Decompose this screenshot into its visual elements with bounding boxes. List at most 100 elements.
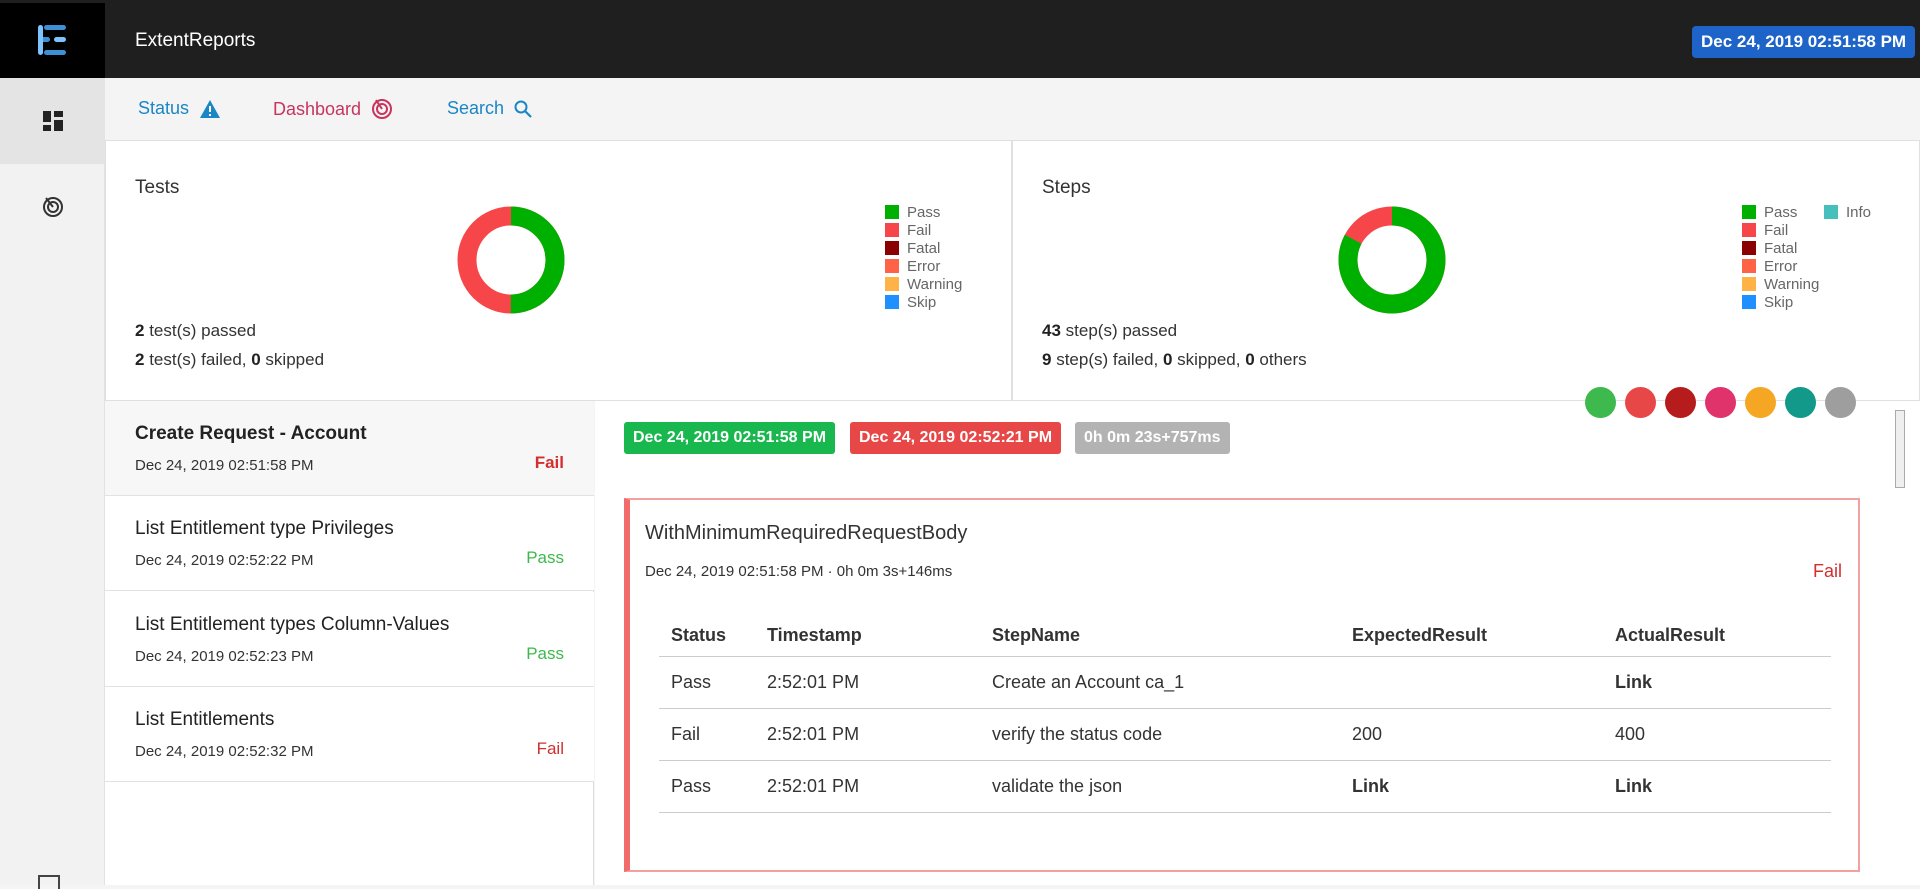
legend-item-warning: Warning xyxy=(1742,275,1819,293)
logo-icon xyxy=(37,24,66,55)
search-link-label: Search xyxy=(447,98,505,118)
detail-scrollbar[interactable] xyxy=(1895,410,1905,488)
test-status: Pass xyxy=(526,548,564,567)
test-date: Dec 24, 2019 02:52:22 PM xyxy=(135,552,314,569)
test-list-item[interactable]: List Entitlement types Column-Values Dec… xyxy=(105,592,594,687)
steps-legend: Pass Fail Fatal Error Warning Skip xyxy=(1742,203,1819,311)
status-toggle-link[interactable]: Status xyxy=(138,98,221,119)
legend-label: Fatal xyxy=(1764,239,1798,257)
search-toggle-link[interactable]: Search xyxy=(447,98,532,119)
step-expected xyxy=(1340,656,1603,709)
table-header-row: Status Timestamp StepName ExpectedResult… xyxy=(659,615,1831,657)
column-header: StepName xyxy=(980,615,1340,657)
legend-label: Warning xyxy=(1764,275,1820,293)
step-timestamp: 2:52:01 PM xyxy=(755,656,980,709)
steps-panel-title: Steps xyxy=(1042,177,1091,198)
test-date: Dec 24, 2019 02:51:58 PM xyxy=(135,457,314,474)
sidebar-item-dashboard[interactable] xyxy=(0,164,105,250)
legend-label: Info xyxy=(1846,203,1872,221)
tests-passed-summary: 2 test(s) passed xyxy=(135,321,256,340)
status-circle[interactable] xyxy=(1705,387,1736,418)
table-row: Fail 2:52:01 PM verify the status code 2… xyxy=(659,708,1831,761)
steps-legend-extra: Info xyxy=(1824,203,1871,221)
legend-label: Fail xyxy=(907,221,932,239)
steps-passed-summary: 43 step(s) passed xyxy=(1042,321,1178,340)
test-list: Create Request - Account Dec 24, 2019 02… xyxy=(105,401,594,885)
steps-donut-chart xyxy=(1338,206,1446,314)
legend-item-fail: Fail xyxy=(885,221,962,239)
status-circle[interactable] xyxy=(1825,387,1856,418)
report-date-badge: Dec 24, 2019 02:51:58 PM xyxy=(1692,26,1916,58)
track-changes-icon xyxy=(372,99,393,119)
column-header: ActualResult xyxy=(1603,615,1831,657)
step-name: verify the status code xyxy=(980,708,1340,761)
step-actual: 400 xyxy=(1603,708,1831,761)
column-header: ExpectedResult xyxy=(1340,615,1603,657)
legend-item-warning: Warning xyxy=(885,275,962,293)
test-name: List Entitlement type Privileges xyxy=(135,518,394,539)
sidebar-item-tests[interactable] xyxy=(0,78,105,164)
legend-label: Error xyxy=(907,257,941,275)
warning-icon xyxy=(200,99,221,118)
actual-result-link[interactable]: Link xyxy=(1603,760,1831,813)
legend-label: Skip xyxy=(907,293,937,311)
legend-item-pass: Pass xyxy=(1742,203,1819,221)
legend-item-fatal: Fatal xyxy=(1742,239,1819,257)
duration-badge: 0h 0m 23s+757ms xyxy=(1075,422,1230,454)
test-name: List Entitlement types Column-Values xyxy=(135,614,450,635)
legend-item-skip: Skip xyxy=(885,293,962,311)
legend-item-error: Error xyxy=(1742,257,1819,275)
step-expected: 200 xyxy=(1340,708,1603,761)
status-circle[interactable] xyxy=(1785,387,1816,418)
dashboard-toggle-link[interactable]: Dashboard xyxy=(273,98,393,120)
step-status: Pass xyxy=(659,656,755,709)
test-status: Fail xyxy=(536,739,564,758)
test-node-card: WithMinimumRequiredRequestBody Dec 24, 2… xyxy=(624,498,1860,872)
step-timestamp: 2:52:01 PM xyxy=(755,760,980,813)
tests-panel-title: Tests xyxy=(135,177,180,198)
node-title: WithMinimumRequiredRequestBody xyxy=(645,522,968,544)
tests-donut-chart xyxy=(457,206,565,314)
test-list-item[interactable]: List Entitlement type Privileges Dec 24,… xyxy=(105,496,594,591)
test-name: Create Request - Account xyxy=(135,423,367,444)
status-filter-circles xyxy=(1585,387,1856,418)
legend-label: Pass xyxy=(1764,203,1798,221)
legend-item-fatal: Fatal xyxy=(885,239,962,257)
legend-label: Fail xyxy=(1764,221,1789,239)
actual-result-link[interactable]: Link xyxy=(1603,656,1831,709)
step-name: Create an Account ca_1 xyxy=(980,656,1340,709)
tests-legend: Pass Fail Fatal Error Warning Skip xyxy=(885,203,962,311)
table-row: Pass 2:52:01 PM Create an Account ca_1 L… xyxy=(659,656,1831,709)
steps-table: Status Timestamp StepName ExpectedResult… xyxy=(659,615,1831,813)
left-sidebar xyxy=(0,78,105,889)
step-status: Pass xyxy=(659,760,755,813)
track-changes-icon xyxy=(42,197,63,217)
status-circle[interactable] xyxy=(1665,387,1696,418)
status-circle[interactable] xyxy=(1625,387,1656,418)
legend-item-fail: Fail xyxy=(1742,221,1819,239)
app-title: ExtentReports xyxy=(135,30,256,51)
legend-label: Warning xyxy=(907,275,963,293)
legend-item-skip: Skip xyxy=(1742,293,1819,311)
steps-failed-summary: 9 step(s) failed, 0 skipped, 0 others xyxy=(1042,350,1307,369)
extent-logo[interactable] xyxy=(0,3,105,78)
step-name: validate the json xyxy=(980,760,1340,813)
legend-label: Pass xyxy=(907,203,941,221)
test-status: Fail xyxy=(534,453,564,472)
legend-item-error: Error xyxy=(885,257,962,275)
test-list-item[interactable]: List Entitlements Dec 24, 2019 02:52:32 … xyxy=(105,687,594,782)
column-header: Timestamp xyxy=(755,615,980,657)
tests-summary-panel: Tests Pass Fail Fatal Error Warning Skip… xyxy=(105,140,1012,401)
status-circle[interactable] xyxy=(1745,387,1776,418)
expected-result-link[interactable]: Link xyxy=(1340,760,1603,813)
test-list-item[interactable]: Create Request - Account Dec 24, 2019 02… xyxy=(105,401,594,496)
status-circle[interactable] xyxy=(1585,387,1616,418)
dashboard-link-label: Dashboard xyxy=(273,98,362,119)
status-link-label: Status xyxy=(138,98,190,118)
legend-label: Error xyxy=(1764,257,1798,275)
legend-label: Fatal xyxy=(907,239,941,257)
sidebar-bottom-icon[interactable] xyxy=(38,875,60,889)
sub-navigation: Status Dashboard Search xyxy=(105,78,1920,140)
legend-label: Skip xyxy=(1764,293,1794,311)
test-date: Dec 24, 2019 02:52:32 PM xyxy=(135,743,314,760)
